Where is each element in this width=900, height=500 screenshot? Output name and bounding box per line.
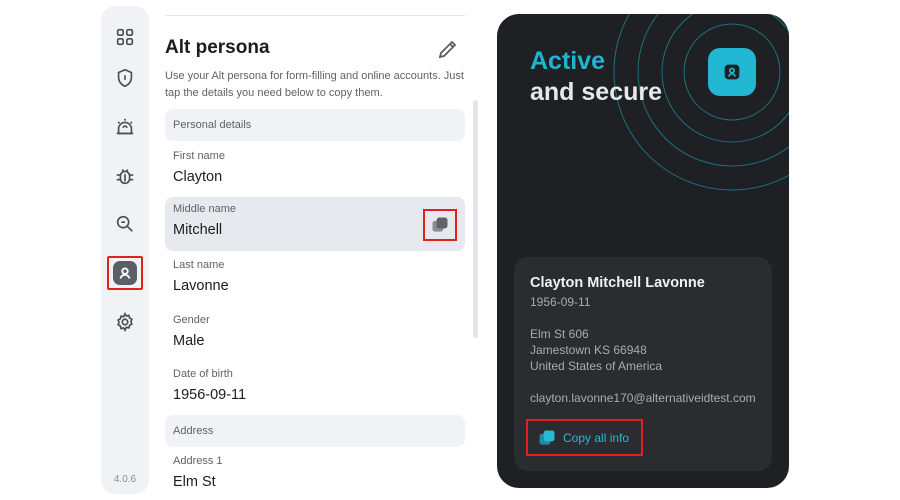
field-value: Male bbox=[173, 333, 205, 349]
copy-all-info-button[interactable]: Copy all info bbox=[526, 419, 643, 456]
page-title: Alt persona bbox=[165, 37, 270, 58]
gear-icon bbox=[117, 311, 133, 333]
field-label: Address 1 bbox=[173, 455, 223, 467]
nav-dashboard-button[interactable] bbox=[101, 21, 149, 53]
pencil-icon bbox=[438, 40, 457, 59]
section-header-personal: Personal details bbox=[165, 109, 465, 141]
page-description: Use your Alt persona for form-filling an… bbox=[165, 70, 464, 99]
persona-full-name: Clayton Mitchell Lavonne bbox=[530, 275, 705, 291]
field-label: Date of birth bbox=[173, 368, 233, 380]
field-last-name[interactable]: Last name Lavonne bbox=[165, 253, 465, 307]
field-label: Middle name bbox=[173, 203, 236, 215]
field-date-of-birth[interactable]: Date of birth 1956-09-11 bbox=[165, 362, 465, 416]
magnifier-icon bbox=[116, 215, 133, 232]
field-middle-name[interactable]: Middle name Mitchell bbox=[165, 197, 465, 251]
nav-settings-button[interactable] bbox=[101, 306, 149, 338]
copy-all-label: Copy all info bbox=[563, 430, 630, 445]
address-line: Elm St 606 bbox=[530, 327, 589, 341]
persona-summary-card: Active and secure Clayton Mitchell Lavon… bbox=[497, 14, 789, 488]
nav-privacy-button[interactable] bbox=[101, 62, 149, 94]
status-heading: and secure bbox=[530, 78, 663, 106]
persona-dob: 1956-09-11 bbox=[530, 295, 591, 309]
nav-threats-button[interactable] bbox=[101, 160, 149, 192]
persona-info-box: Clayton Mitchell Lavonne 1956-09-11 Elm … bbox=[514, 257, 772, 471]
field-address-1[interactable]: Address 1 Elm St bbox=[165, 449, 465, 500]
grid-icon bbox=[116, 28, 134, 46]
field-value: 1956-09-11 bbox=[173, 387, 247, 403]
alarm-icon bbox=[116, 118, 134, 135]
persona-address: Elm St 606 Jamestown KS 66948 United Sta… bbox=[530, 326, 662, 374]
persona-email: clayton.lavonne170@alternativeidtest.com bbox=[530, 391, 756, 405]
field-gender[interactable]: Gender Male bbox=[165, 308, 465, 362]
persona-icon bbox=[708, 48, 756, 96]
sidebar-nav: 4.0.6 bbox=[101, 6, 149, 494]
copy-icon bbox=[539, 430, 555, 445]
field-label: Gender bbox=[173, 314, 210, 326]
field-value: Elm St bbox=[173, 474, 216, 490]
divider bbox=[165, 15, 465, 16]
app-version: 4.0.6 bbox=[113, 474, 137, 485]
address-line: United States of America bbox=[530, 359, 663, 373]
shield-icon bbox=[117, 68, 133, 88]
field-label: First name bbox=[173, 150, 225, 162]
address-line: Jamestown KS 66948 bbox=[530, 343, 647, 357]
bug-icon bbox=[116, 169, 134, 185]
field-value: Clayton bbox=[173, 169, 223, 185]
field-value: Mitchell bbox=[173, 222, 223, 238]
field-label: Last name bbox=[173, 259, 225, 271]
section-header-address: Address bbox=[165, 415, 465, 447]
edit-persona-button[interactable] bbox=[436, 37, 460, 61]
nav-alerts-button[interactable] bbox=[101, 111, 149, 143]
nav-identity-scan-button[interactable] bbox=[101, 208, 149, 240]
field-value: Lavonne bbox=[173, 278, 229, 294]
field-first-name[interactable]: First name Clayton bbox=[165, 144, 465, 198]
persona-icon bbox=[113, 261, 137, 285]
nav-alt-persona-button[interactable] bbox=[107, 256, 143, 290]
scrollbar[interactable] bbox=[473, 100, 478, 338]
status-heading-accent: Active bbox=[530, 47, 606, 75]
copy-icon bbox=[432, 217, 448, 232]
copy-field-button[interactable] bbox=[423, 209, 457, 241]
